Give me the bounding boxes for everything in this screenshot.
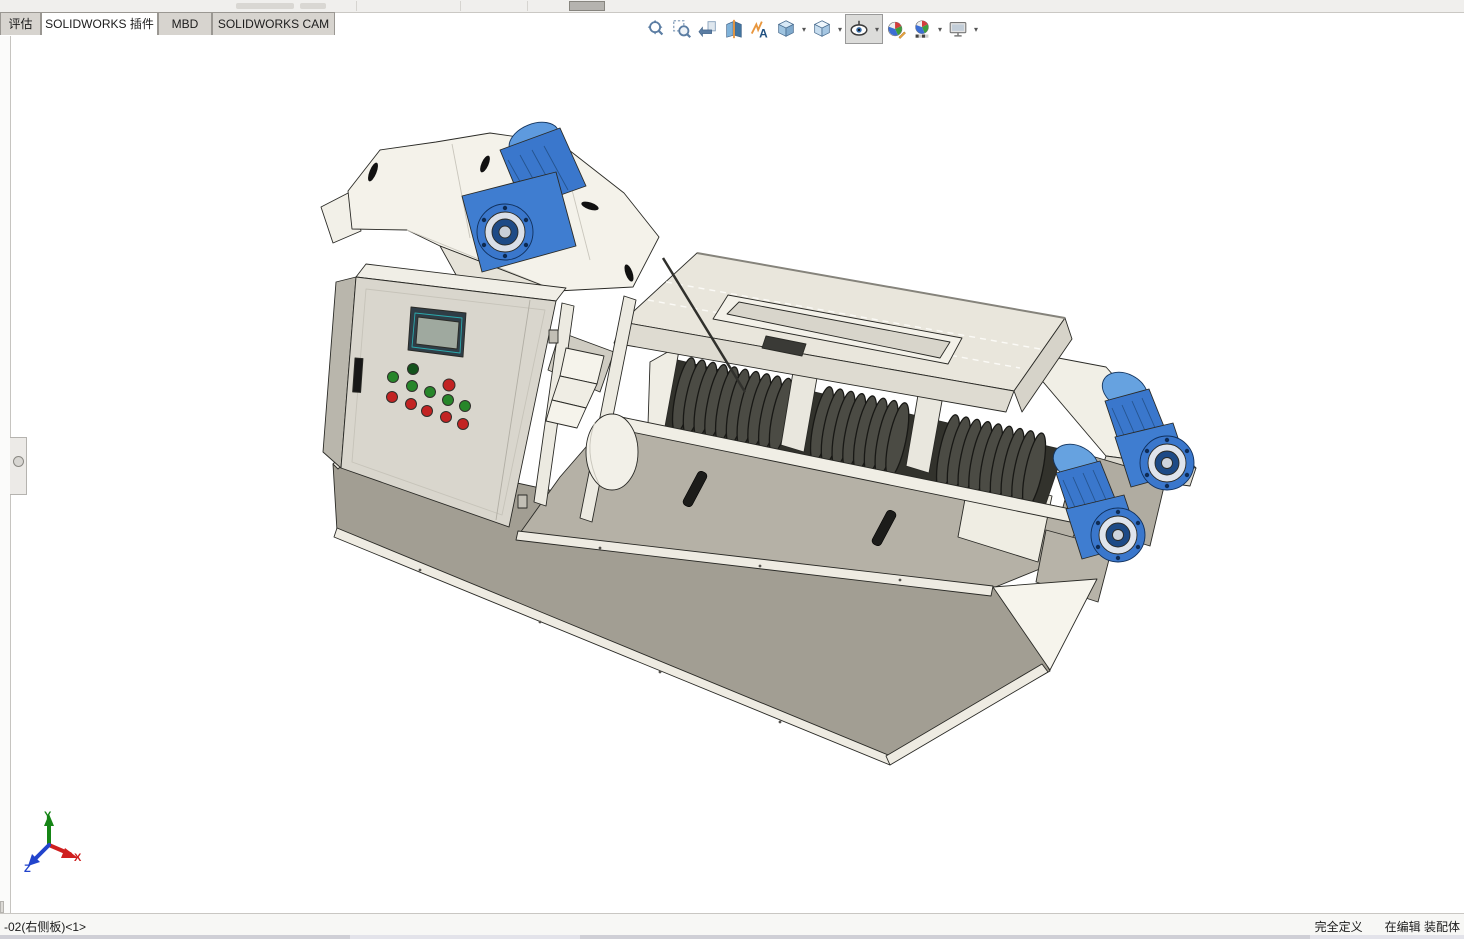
status-bar: -02(右侧板)<1> 完全定义 在编辑 装配体 bbox=[0, 913, 1464, 936]
toolbar-separator bbox=[356, 1, 357, 11]
view-orientation-dropdown[interactable]: ▾ bbox=[799, 15, 809, 43]
cabinet-display bbox=[407, 306, 467, 358]
display-style-icon[interactable] bbox=[809, 15, 835, 43]
cabinet-hinge bbox=[548, 329, 559, 344]
tab-mbd[interactable]: MBD bbox=[158, 12, 212, 35]
triad-x-label: X bbox=[74, 852, 82, 864]
reference-triad: Y X Z bbox=[24, 810, 82, 875]
hide-show-items-icon[interactable] bbox=[846, 15, 872, 43]
heads-up-toolbar: A ▾ ▾ ▾ ▾ ▾ bbox=[643, 14, 981, 44]
status-selection: -02(右侧板)<1> bbox=[4, 920, 87, 934]
section-view-icon[interactable] bbox=[721, 15, 747, 43]
status-edit-mode: 在编辑 装配体 bbox=[1384, 920, 1460, 934]
tab-evaluate[interactable]: 评估 bbox=[0, 12, 41, 35]
apply-scene-icon[interactable] bbox=[909, 15, 935, 43]
taskbar-sliver bbox=[0, 935, 1464, 939]
toolbar-separator bbox=[460, 1, 461, 11]
zoom-to-area-icon[interactable] bbox=[669, 15, 695, 43]
svg-text:A: A bbox=[759, 26, 768, 40]
previous-view-icon[interactable] bbox=[695, 15, 721, 43]
expand-knob-icon bbox=[13, 456, 24, 467]
feature-tree-expand-handle[interactable] bbox=[10, 437, 27, 495]
pane-corner bbox=[0, 901, 4, 913]
toolbar-separator bbox=[527, 1, 528, 11]
view-settings-icon[interactable] bbox=[945, 15, 971, 43]
apply-scene-dropdown[interactable]: ▾ bbox=[935, 15, 945, 43]
taskbar-segment bbox=[350, 935, 580, 939]
edit-appearance-icon[interactable] bbox=[883, 15, 909, 43]
tab-solidworks-addins[interactable]: SOLIDWORKS 插件 bbox=[41, 12, 158, 35]
disabled-toolbar-ghost bbox=[236, 3, 294, 9]
view-settings-dropdown[interactable]: ▾ bbox=[971, 15, 981, 43]
view-orientation-icon[interactable] bbox=[773, 15, 799, 43]
disabled-toolbar-ghost bbox=[300, 3, 326, 9]
graphics-viewport[interactable]: Y X Z bbox=[0, 36, 1464, 913]
zoom-to-fit-icon[interactable] bbox=[643, 15, 669, 43]
status-definition: 完全定义 bbox=[1314, 920, 1363, 934]
triad-z-label: Z bbox=[24, 863, 31, 875]
toolbar-button-partial[interactable] bbox=[569, 1, 605, 11]
tab-solidworks-cam[interactable]: SOLIDWORKS CAM bbox=[212, 12, 335, 35]
display-style-dropdown[interactable]: ▾ bbox=[835, 15, 845, 43]
annotation-views-icon[interactable]: A bbox=[747, 15, 773, 43]
hide-show-items-button[interactable]: ▾ bbox=[845, 14, 883, 44]
triad-y-label: Y bbox=[44, 810, 52, 822]
machine-3d-model[interactable]: Y X Z bbox=[0, 36, 1464, 913]
cabinet-hinge bbox=[517, 494, 528, 509]
taskbar-segment bbox=[1310, 935, 1464, 939]
hide-show-items-dropdown[interactable]: ▾ bbox=[872, 15, 882, 43]
